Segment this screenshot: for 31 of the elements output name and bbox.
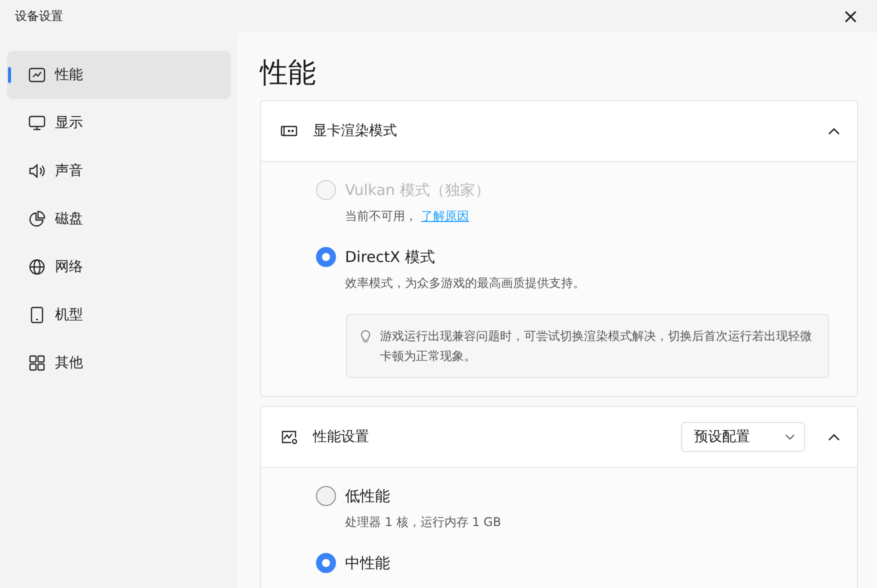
window-title: 设备设置 — [15, 8, 63, 24]
page-title: 性能 — [260, 55, 317, 91]
option-description: 处理器 1 核，运行内存 1 GB — [345, 514, 502, 531]
pie-chart-icon — [27, 209, 47, 229]
monitor-icon — [27, 113, 47, 133]
chart-icon — [27, 65, 47, 85]
sidebar-item[interactable]: 声音 — [7, 147, 231, 195]
tip-text: 游戏运行出现兼容问题时，可尝试切换渲染模式解决，切换后首次运行若出现轻微卡顿为正常现象。 — [380, 328, 814, 365]
globe-icon — [27, 257, 47, 277]
option-label: Vulkan 模式（独家） — [345, 180, 490, 200]
section-title: 性能设置 — [313, 428, 370, 446]
option-label: 低性能 — [345, 486, 390, 506]
sidebar-item[interactable]: 磁盘 — [7, 195, 231, 243]
radio-button[interactable] — [316, 247, 336, 267]
option-label: DirectX 模式 — [345, 248, 435, 266]
sidebar-item[interactable]: 显示 — [7, 99, 231, 147]
option-description: 当前不可用， — [345, 208, 417, 225]
radio-button[interactable] — [316, 553, 336, 573]
radio-button[interactable] — [316, 486, 336, 506]
option-label: 中性能 — [345, 554, 390, 572]
section-title: 显卡渲染模式 — [313, 122, 398, 140]
selection-indicator — [8, 67, 11, 83]
sidebar-item[interactable]: 性能 — [7, 51, 231, 99]
sidebar-item[interactable]: 机型 — [7, 291, 231, 339]
speaker-icon — [27, 161, 47, 181]
option-description: 效率模式，为众多游戏的最高画质提供支持。 — [345, 275, 585, 292]
preset-dropdown[interactable]: 预设配置 — [681, 422, 805, 452]
sidebar-item[interactable]: 网络 — [7, 243, 231, 291]
close-button[interactable]: × — [838, 6, 863, 26]
grid-icon — [27, 353, 47, 373]
sidebar-item[interactable]: 其他 — [7, 339, 231, 387]
